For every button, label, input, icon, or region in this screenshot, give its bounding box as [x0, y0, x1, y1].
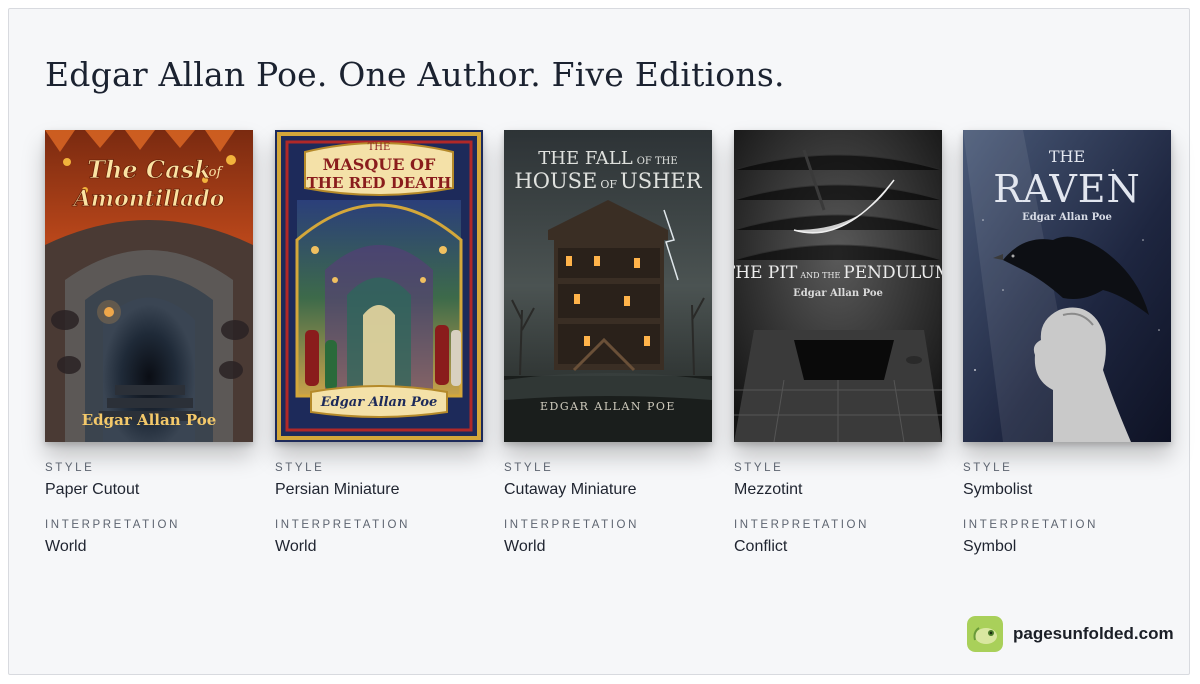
interpretation-label: INTERPRETATION [504, 519, 640, 531]
brand-footer[interactable]: pagesunfolded.com [967, 616, 1174, 652]
book-cover-usher[interactable]: THE FALL OF THE HOUSE OF USHER EDGAR ALLAN … [504, 130, 712, 442]
cover-author-cask: Edgar Allan Poe [82, 411, 217, 429]
cover-author-usher: EDGAR ALLAN POE [540, 400, 676, 413]
cover-art-raven: THE RAVEN Edgar Allan Poe [963, 130, 1171, 442]
cover-title-raven: RAVEN [993, 167, 1141, 211]
book-card-masque[interactable]: THE MASQUE OF THE RED DEATH Edgar Allan … [275, 130, 483, 555]
cover-art-pit: THE PITAND THEPENDULUM Edgar Allan Poe [734, 130, 942, 442]
style-value: Persian Miniature [275, 481, 400, 498]
book-cover-masque[interactable]: THE MASQUE OF THE RED DEATH Edgar Allan … [275, 130, 483, 442]
book-cover-raven[interactable]: THE RAVEN Edgar Allan Poe [963, 130, 1171, 442]
style-value: Mezzotint [734, 481, 803, 498]
interpretation-label: INTERPRETATION [275, 519, 411, 531]
interpretation-label: INTERPRETATION [963, 519, 1099, 531]
chameleon-logo-icon [967, 616, 1003, 652]
cover-author-pit: Edgar Allan Poe [793, 288, 883, 299]
interpretation-value: World [504, 538, 546, 555]
style-label: STYLE [45, 462, 95, 474]
style-label: STYLE [963, 462, 1013, 474]
book-card-raven[interactable]: THE RAVEN Edgar Allan Poe STYLE Symbolis… [963, 130, 1171, 555]
cover-title-masque-line2: THE RED DEATH [307, 174, 452, 192]
style-label: STYLE [275, 462, 325, 474]
cover-art-cask: The Cask of Amontillado Edgar Allan Poe [45, 130, 253, 442]
card-frame: Edgar Allan Poe. One Author. Five Editio… [8, 8, 1190, 675]
page-title: Edgar Allan Poe. One Author. Five Editio… [45, 55, 785, 94]
interpretation-label: INTERPRETATION [45, 519, 181, 531]
interpretation-value: Symbol [963, 538, 1017, 555]
cover-art-masque: THE MASQUE OF THE RED DEATH Edgar Allan … [275, 130, 483, 442]
book-card-pit[interactable]: THE PITAND THEPENDULUM Edgar Allan Poe S… [734, 130, 942, 555]
interpretation-value: Conflict [734, 538, 788, 555]
cover-title-cask-line2: Amontillado [72, 186, 225, 212]
book-card-cask[interactable]: The Cask of Amontillado Edgar Allan Poe … [45, 130, 253, 555]
cover-title-masque-the: THE [368, 142, 391, 153]
interpretation-value: World [275, 538, 317, 555]
style-value: Symbolist [963, 481, 1033, 498]
cover-author-masque: Edgar Allan Poe [320, 395, 438, 410]
style-value: Paper Cutout [45, 481, 140, 498]
brand-url[interactable]: pagesunfolded.com [1013, 624, 1174, 644]
cover-title-raven-the: THE [1049, 147, 1085, 166]
book-cover-cask[interactable]: The Cask of Amontillado Edgar Allan Poe [45, 130, 253, 442]
cover-title-masque-line1: MASQUE OF [323, 155, 436, 174]
style-value: Cutaway Miniature [504, 481, 637, 498]
interpretation-value: World [45, 538, 87, 555]
cover-author-raven: Edgar Allan Poe [1022, 212, 1112, 223]
book-cover-pit[interactable]: THE PITAND THEPENDULUM Edgar Allan Poe [734, 130, 942, 442]
cover-title-cask-of: of [209, 165, 224, 180]
style-label: STYLE [734, 462, 784, 474]
book-card-usher[interactable]: THE FALL OF THE HOUSE OF USHER EDGAR ALLAN … [504, 130, 712, 555]
interpretation-label: INTERPRETATION [734, 519, 870, 531]
cover-art-usher: THE FALL OF THE HOUSE OF USHER EDGAR ALLAN … [504, 130, 712, 442]
cover-title-cask-line1: The Cask [87, 155, 211, 184]
style-label: STYLE [504, 462, 554, 474]
